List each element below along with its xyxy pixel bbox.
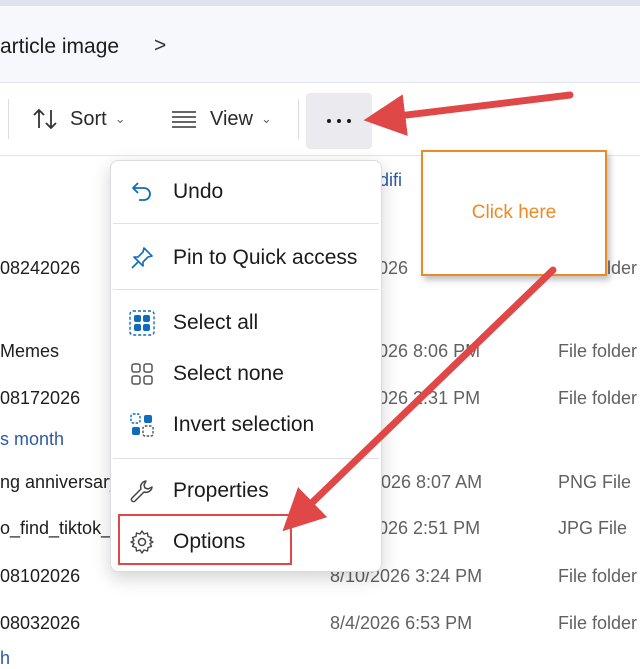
file-row[interactable]: 08032026 8/4/2026 6:53 PM File folder	[0, 603, 640, 643]
view-button[interactable]: View ⌄	[170, 103, 272, 135]
toolbar-divider	[8, 99, 9, 139]
menu-item-invert-selection[interactable]: Invert selection	[111, 402, 381, 448]
select-none-icon	[131, 363, 153, 385]
file-name: 08102026	[0, 566, 81, 586]
file-type: File folder	[558, 566, 638, 586]
sort-icon	[33, 108, 57, 130]
menu-item-select-all[interactable]: Select all	[111, 300, 381, 346]
group-header-next[interactable]: h	[0, 648, 10, 669]
menu-divider	[113, 289, 379, 290]
file-date: 2026 2:51 PM	[368, 518, 481, 538]
menu-item-label: Select all	[173, 311, 259, 334]
select-all-icon	[129, 310, 155, 336]
file-name: 08242026	[0, 258, 81, 278]
callout-text: Click here	[471, 202, 557, 223]
menu-item-label: Select none	[173, 362, 284, 385]
file-type: File folder	[558, 341, 638, 361]
menu-item-label: Properties	[173, 479, 269, 502]
file-date: 2026 2:31 PM	[368, 388, 481, 408]
menu-item-undo[interactable]: Undo	[111, 169, 381, 215]
file-type: File folder	[558, 388, 638, 408]
file-date: /2026 8:07 AM	[366, 472, 483, 492]
file-name: o_find_tiktok_	[0, 518, 112, 538]
view-list-icon	[172, 111, 196, 128]
file-name: Memes	[0, 341, 60, 361]
file-type: PNG File	[558, 472, 632, 492]
menu-item-select-none[interactable]: Select none	[111, 351, 381, 397]
more-dot-icon	[327, 119, 331, 123]
address-bar[interactable]: article image >	[0, 6, 640, 83]
see-more-menu: Undo Pin to Quick access Select all Sele…	[110, 160, 382, 572]
file-type: JPG File	[558, 518, 628, 538]
more-dot-icon	[347, 119, 351, 123]
wrench-icon	[130, 480, 153, 503]
group-header-this-month[interactable]: s month	[0, 429, 64, 450]
command-bar: Sort ⌄ View ⌄	[0, 83, 640, 156]
invert-selection-icon	[130, 413, 154, 437]
more-dot-icon	[337, 119, 341, 123]
menu-item-label: Undo	[173, 180, 224, 203]
menu-item-label: Pin to Quick access	[173, 246, 358, 269]
file-name: 08172026	[0, 388, 81, 408]
view-label: View	[210, 107, 253, 130]
menu-item-label: Invert selection	[173, 413, 315, 436]
chevron-down-icon: ⌄	[114, 111, 126, 126]
menu-divider	[113, 223, 379, 224]
file-date: 2026 8:06 PM	[368, 341, 481, 361]
file-date: 8/4/2026 6:53 PM	[330, 613, 473, 633]
file-type: File folder	[558, 613, 638, 633]
toolbar-divider	[298, 99, 299, 139]
menu-divider	[113, 458, 379, 459]
undo-icon	[132, 182, 151, 201]
sort-label: Sort	[70, 107, 107, 130]
pin-icon	[131, 247, 153, 269]
breadcrumb[interactable]: article image	[0, 35, 119, 59]
annotation-callout: Click here	[421, 150, 607, 276]
file-name: 08032026	[0, 613, 81, 633]
menu-item-properties[interactable]: Properties	[111, 468, 381, 514]
see-more-button[interactable]	[306, 93, 372, 149]
breadcrumb-chevron-icon[interactable]: >	[154, 34, 166, 58]
sort-button[interactable]: Sort ⌄	[32, 103, 126, 135]
options-highlight-box	[118, 514, 292, 565]
menu-item-pin-quick-access[interactable]: Pin to Quick access	[111, 235, 381, 281]
file-name: ng anniversary	[0, 472, 119, 492]
chevron-down-icon: ⌄	[261, 111, 272, 126]
